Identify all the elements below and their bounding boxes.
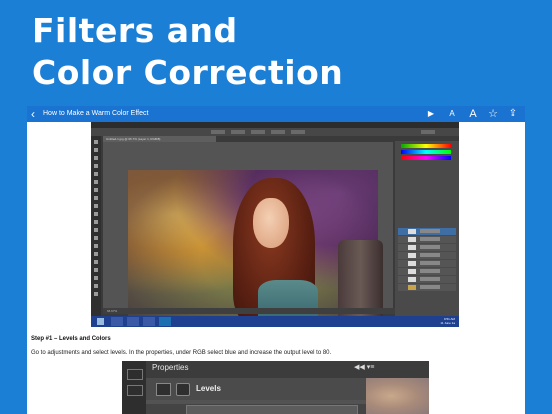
photoshop-taskbar-icon	[159, 317, 171, 326]
preset-row	[146, 404, 366, 414]
step-description: Go to adjustments and select levels. In …	[31, 350, 332, 356]
face	[253, 198, 289, 248]
step-heading: Step #1 – Levels and Colors	[31, 336, 111, 342]
photoshop-screenshot: Ps File Edit Image Layer Type Select Fil…	[91, 122, 459, 327]
properties-side-strip	[122, 361, 146, 414]
adjust-icon	[127, 385, 143, 396]
histogram-icon	[127, 369, 143, 380]
ps-toolbar	[91, 136, 101, 316]
color-slider	[401, 156, 451, 160]
layer-row	[398, 260, 456, 267]
levels-icon	[156, 383, 171, 396]
share-icon[interactable]: ⇪	[506, 107, 520, 121]
taskbar-app-icon	[127, 317, 139, 326]
layer-row	[398, 244, 456, 251]
layer-row	[398, 228, 456, 235]
back-icon[interactable]: ‹	[31, 107, 35, 121]
play-icon[interactable]: ▶	[424, 107, 438, 121]
panel-menu-icon: ◀◀ ▾≡	[354, 364, 375, 371]
ps-options-bar	[91, 128, 459, 136]
tree-stump	[338, 240, 383, 318]
color-slider	[401, 144, 451, 148]
properties-panel-screenshot: Properties ◀◀ ▾≡ Levels	[122, 361, 429, 414]
headline: Filters and Color Correction	[32, 10, 343, 94]
color-slider	[401, 150, 451, 154]
layer-row	[398, 236, 456, 243]
ps-canvas-area	[103, 142, 393, 323]
taskbar-app-icon	[143, 317, 155, 326]
windows-taskbar: 9:51 AM 11 June 1a	[91, 316, 459, 327]
headline-line-2: Color Correction	[32, 53, 344, 92]
layer-row	[398, 252, 456, 259]
levels-row: Levels	[146, 378, 366, 400]
taskbar-clock: 9:51 AM 11 June 1a	[440, 317, 455, 325]
article-title: How to Make a Warm Color Effect	[43, 110, 149, 117]
preset-dropdown	[186, 405, 358, 414]
properties-title: Properties	[152, 363, 189, 372]
start-icon	[97, 318, 104, 325]
properties-header: Properties ◀◀ ▾≡	[146, 361, 429, 378]
app-screen: ‹ How to Make a Warm Color Effect ▶ A A …	[27, 106, 525, 414]
ps-status-bar: 66.67%	[103, 308, 397, 314]
font-decrease-icon[interactable]: A	[445, 107, 459, 121]
layer-row	[398, 276, 456, 283]
ps-side-panels	[395, 136, 459, 316]
portrait-photo	[128, 170, 383, 323]
bookmark-icon[interactable]: ☆	[486, 107, 500, 121]
nav-bar: ‹ How to Make a Warm Color Effect ▶ A A …	[27, 106, 525, 122]
levels-label: Levels	[196, 384, 221, 393]
layer-row	[398, 268, 456, 275]
headline-line-1: Filters and	[32, 11, 238, 50]
font-increase-icon[interactable]: A	[466, 107, 480, 121]
layer-row	[398, 284, 456, 291]
clock-date: 11 June 1a	[440, 321, 455, 325]
mask-icon	[176, 383, 190, 396]
properties-photo-crop	[366, 378, 429, 414]
taskbar-app-icon	[111, 317, 123, 326]
